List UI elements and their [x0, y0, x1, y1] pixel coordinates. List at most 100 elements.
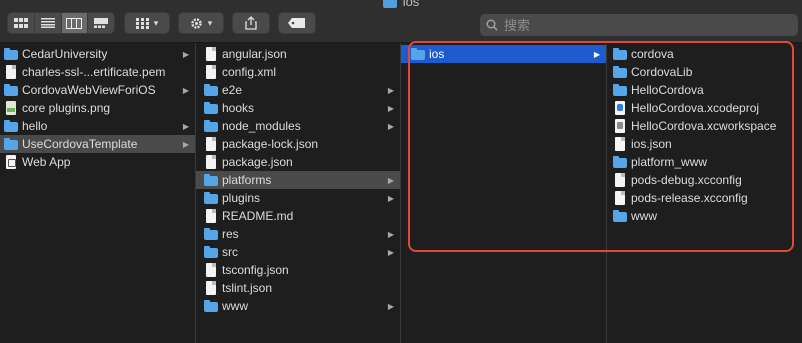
- list-item[interactable]: UseCordovaTemplate ▶: [0, 135, 195, 153]
- document-icon: [204, 65, 218, 79]
- window-title: ios: [0, 0, 802, 9]
- finder-column-1[interactable]: CedarUniversity ▶ charles-ssl-...ertificat…: [0, 43, 196, 343]
- column-view-icon: [66, 17, 83, 29]
- list-item[interactable]: e2e ▶: [196, 81, 400, 99]
- list-item-label: HelloCordova.xcodeproj: [631, 101, 760, 115]
- disclosure-arrow-icon: ▶: [387, 229, 394, 239]
- list-item-label: ios: [429, 47, 445, 61]
- list-item[interactable]: platforms ▶: [196, 171, 400, 189]
- search-field[interactable]: [480, 14, 798, 36]
- folder-icon: [204, 299, 218, 313]
- document-icon: [204, 47, 218, 61]
- gear-icon: [190, 17, 202, 29]
- list-item[interactable]: tslint.json: [196, 279, 400, 297]
- list-item[interactable]: charles-ssl-...ertificate.pem: [0, 63, 195, 81]
- folder-icon: [204, 119, 218, 133]
- list-item[interactable]: HelloCordova: [607, 81, 802, 99]
- folder-icon: [411, 47, 425, 61]
- finder-column-2[interactable]: angular.json config.xml e2e ▶ hooks ▶ node_mod…: [196, 43, 401, 343]
- folder-icon: [613, 65, 627, 79]
- folder-icon: [382, 0, 397, 8]
- group-menu-button[interactable]: ▾: [124, 12, 170, 34]
- share-button[interactable]: [232, 12, 270, 34]
- image-file-icon: [4, 101, 18, 115]
- folder-icon: [204, 83, 218, 97]
- list-item[interactable]: cordova: [607, 45, 802, 63]
- window-title-text: ios: [402, 0, 420, 9]
- folder-icon: [4, 47, 18, 61]
- xcode-project-icon: [613, 101, 627, 115]
- finder-column-4[interactable]: cordova CordovaLib HelloCordova HelloCordov…: [607, 43, 802, 343]
- folder-icon: [204, 191, 218, 205]
- list-item[interactable]: platform_www: [607, 153, 802, 171]
- folder-icon: [4, 83, 18, 97]
- list-item-label: tslint.json: [222, 281, 273, 295]
- disclosure-arrow-icon: ▶: [387, 193, 394, 203]
- list-item[interactable]: config.xml: [196, 63, 400, 81]
- list-item-label: platforms: [222, 173, 272, 187]
- list-item[interactable]: hello ▶: [0, 117, 195, 135]
- folder-icon: [204, 173, 218, 187]
- gallery-view-button[interactable]: [88, 13, 114, 33]
- list-item[interactable]: hooks ▶: [196, 99, 400, 117]
- tag-icon: [288, 18, 305, 28]
- list-item[interactable]: ios ▶: [401, 45, 606, 63]
- list-item[interactable]: Web App: [0, 153, 195, 171]
- tag-button[interactable]: [278, 12, 316, 34]
- list-item[interactable]: CedarUniversity ▶: [0, 45, 195, 63]
- list-item-label: platform_www: [631, 155, 708, 169]
- document-icon: [204, 263, 218, 277]
- list-item[interactable]: plugins ▶: [196, 189, 400, 207]
- disclosure-arrow-icon: ▶: [182, 49, 189, 59]
- list-item[interactable]: core plugins.png: [0, 99, 195, 117]
- list-item-label: pods-debug.xcconfig: [631, 173, 742, 187]
- list-item-label: cordova: [631, 47, 674, 61]
- column-view-button[interactable]: [61, 13, 89, 33]
- disclosure-arrow-icon: ▶: [182, 121, 189, 131]
- grid-icon: [135, 17, 149, 29]
- folder-icon: [613, 155, 627, 169]
- xcode-workspace-icon: [613, 119, 627, 133]
- document-icon: [204, 281, 218, 295]
- disclosure-arrow-icon: ▶: [387, 85, 394, 95]
- list-item[interactable]: CordovaLib: [607, 63, 802, 81]
- list-item[interactable]: CordovaWebViewForiOS ▶: [0, 81, 195, 99]
- toolbar: ios ▾ ▾: [0, 0, 802, 43]
- disclosure-arrow-icon: ▶: [182, 139, 189, 149]
- list-item[interactable]: www ▶: [196, 297, 400, 315]
- list-item-label: hello: [22, 119, 48, 133]
- list-item[interactable]: package.json: [196, 153, 400, 171]
- action-menu-button[interactable]: ▾: [178, 12, 224, 34]
- document-icon: [4, 65, 18, 79]
- icon-view-icon: [13, 18, 28, 28]
- folder-icon: [4, 137, 18, 151]
- list-item[interactable]: README.md: [196, 207, 400, 225]
- folder-icon: [204, 245, 218, 259]
- disclosure-arrow-icon: ▶: [182, 85, 189, 95]
- list-item-label: ios.json: [631, 137, 672, 151]
- finder-column-3[interactable]: ios ▶: [401, 43, 607, 343]
- list-item[interactable]: package-lock.json: [196, 135, 400, 153]
- list-item[interactable]: pods-release.xcconfig: [607, 189, 802, 207]
- document-icon: [613, 173, 627, 187]
- list-view-button[interactable]: [34, 13, 62, 33]
- icon-view-button[interactable]: [8, 13, 35, 33]
- share-icon: [245, 16, 257, 30]
- list-item[interactable]: tsconfig.json: [196, 261, 400, 279]
- list-item[interactable]: pods-debug.xcconfig: [607, 171, 802, 189]
- list-item[interactable]: src ▶: [196, 243, 400, 261]
- list-item[interactable]: www: [607, 207, 802, 225]
- folder-icon: [204, 101, 218, 115]
- list-item[interactable]: HelloCordova.xcodeproj: [607, 99, 802, 117]
- document-icon: [204, 155, 218, 169]
- folder-icon: [613, 83, 627, 97]
- list-item[interactable]: res ▶: [196, 225, 400, 243]
- search-input[interactable]: [502, 16, 766, 34]
- list-item[interactable]: angular.json: [196, 45, 400, 63]
- document-icon: [204, 137, 218, 151]
- list-item[interactable]: node_modules ▶: [196, 117, 400, 135]
- list-item[interactable]: HelloCordova.xcworkspace: [607, 117, 802, 135]
- disclosure-arrow-icon: ▶: [387, 247, 394, 257]
- list-item[interactable]: ios.json: [607, 135, 802, 153]
- list-item-label: angular.json: [222, 47, 287, 61]
